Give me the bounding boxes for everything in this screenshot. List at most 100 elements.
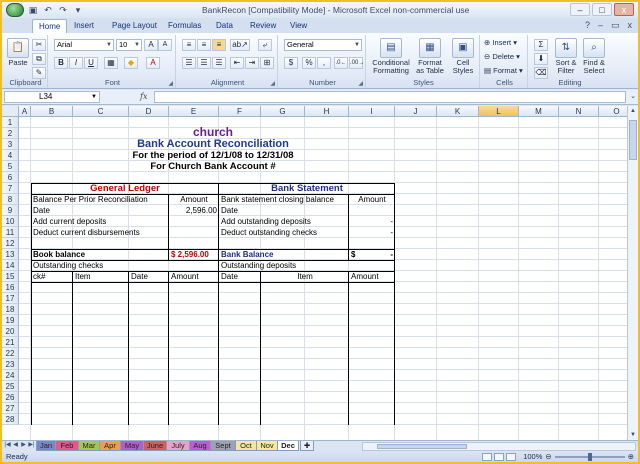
row-header[interactable]: 22 bbox=[2, 348, 19, 359]
row-header[interactable]: 11 bbox=[2, 227, 19, 238]
conditional-formatting-button[interactable]: ▤ Conditional Formatting bbox=[370, 38, 412, 75]
sort-filter-button[interactable]: ⇅ Sort & Filter bbox=[552, 38, 580, 75]
row-header[interactable]: 20 bbox=[2, 326, 19, 337]
gl-balance-value[interactable]: 2,596.00 bbox=[171, 205, 217, 216]
increase-decimal-icon[interactable]: .0← bbox=[334, 57, 348, 69]
ribbon-minimize-icon[interactable]: – bbox=[598, 20, 603, 31]
page-break-view-icon[interactable] bbox=[506, 452, 517, 461]
font-name-select[interactable]: Arial ▼ bbox=[54, 39, 114, 51]
vertical-scrollbar[interactable]: ▲ ▼ bbox=[627, 106, 638, 440]
row-header[interactable]: 15 bbox=[2, 271, 19, 282]
column-header[interactable]: K bbox=[437, 106, 479, 117]
row-header[interactable]: 13 bbox=[2, 249, 19, 260]
number-format-select[interactable]: General ▼ bbox=[284, 39, 362, 51]
oc-column-header[interactable]: Date bbox=[131, 271, 167, 282]
sheet-period[interactable]: For the period of 12/1/08 to 12/31/08 bbox=[33, 150, 393, 161]
row-header[interactable]: 24 bbox=[2, 370, 19, 381]
workbook-close-icon[interactable]: x bbox=[628, 20, 633, 31]
column-header[interactable]: E bbox=[169, 106, 219, 117]
bank-balance-label[interactable]: Bank Balance bbox=[221, 249, 303, 260]
book-balance-value[interactable]: $ 2,596.00 bbox=[171, 249, 217, 260]
tab-insert[interactable]: Insert bbox=[68, 19, 100, 33]
align-left-icon[interactable]: ☰ bbox=[182, 57, 196, 69]
undo-icon[interactable]: ↶ bbox=[42, 4, 54, 16]
align-middle-icon[interactable]: ≡ bbox=[197, 39, 211, 51]
sheet-tab[interactable]: June bbox=[143, 441, 167, 451]
fill-icon[interactable]: ⬇ bbox=[534, 53, 548, 65]
column-header[interactable]: I bbox=[349, 106, 395, 117]
bs-deduct-checks[interactable]: Deduct outstanding checks bbox=[221, 227, 347, 238]
italic-button[interactable]: I bbox=[69, 57, 83, 69]
bs-add-deposits[interactable]: Add outstanding deposits bbox=[221, 216, 347, 227]
find-select-button[interactable]: ⌕ Find & Select bbox=[580, 38, 608, 75]
tab-review[interactable]: Review bbox=[244, 19, 282, 33]
prev-sheet-icon[interactable]: ◀ bbox=[12, 441, 19, 448]
align-top-icon[interactable]: ≡ bbox=[182, 39, 196, 51]
autosum-icon[interactable]: Σ bbox=[534, 39, 548, 51]
merge-center-icon[interactable]: ⊞ bbox=[260, 57, 274, 69]
row-header[interactable]: 16 bbox=[2, 282, 19, 293]
row-header[interactable]: 27 bbox=[2, 403, 19, 414]
bs-amount-header[interactable]: Amount bbox=[351, 194, 393, 205]
currency-button[interactable]: $ bbox=[284, 57, 298, 69]
sheet-heading[interactable]: Bank Account Reconciliation bbox=[33, 138, 393, 150]
zoom-out-icon[interactable]: ⊖ bbox=[545, 452, 551, 461]
row-header[interactable]: 7 bbox=[2, 183, 19, 194]
wrap-text-icon[interactable]: ⤶ bbox=[258, 39, 272, 51]
row-header[interactable]: 25 bbox=[2, 381, 19, 392]
help-icon[interactable]: ? bbox=[585, 20, 590, 31]
tab-data[interactable]: Data bbox=[210, 19, 239, 33]
decrease-decimal-icon[interactable]: .00→ bbox=[349, 57, 364, 69]
outstanding-deposits-label[interactable]: Outstanding deposits bbox=[221, 260, 347, 271]
zoom-slider[interactable] bbox=[554, 452, 625, 461]
dialog-launcher-icon[interactable]: ◢ bbox=[270, 80, 275, 87]
close-button[interactable]: x bbox=[614, 3, 634, 16]
redo-icon[interactable]: ↷ bbox=[57, 4, 69, 16]
row-header[interactable]: 3 bbox=[2, 139, 19, 150]
column-header[interactable]: H bbox=[305, 106, 349, 117]
insert-cells-button[interactable]: ⊕ Insert ▾ bbox=[484, 39, 517, 47]
sheet-tab[interactable]: Jan bbox=[36, 441, 56, 451]
zoom-in-icon[interactable]: ⊕ bbox=[628, 452, 634, 461]
gl-deduct-disbursements[interactable]: Deduct current disbursements bbox=[33, 227, 167, 238]
column-header[interactable]: G bbox=[261, 106, 305, 117]
column-header[interactable]: D bbox=[129, 106, 169, 117]
column-header[interactable]: M bbox=[519, 106, 559, 117]
cut-icon[interactable]: ✂ bbox=[32, 39, 46, 51]
sheet-tab[interactable]: Dec bbox=[277, 441, 299, 451]
dialog-launcher-icon[interactable]: ◢ bbox=[168, 80, 173, 87]
row-header[interactable]: 19 bbox=[2, 315, 19, 326]
first-sheet-icon[interactable]: |◀ bbox=[4, 441, 11, 448]
row-header[interactable]: 28 bbox=[2, 414, 19, 425]
formula-input[interactable] bbox=[154, 91, 626, 103]
tab-view[interactable]: View bbox=[284, 19, 313, 33]
oc-column-header[interactable]: Amount bbox=[171, 271, 217, 282]
row-header[interactable]: 1 bbox=[2, 117, 19, 128]
row-header[interactable]: 12 bbox=[2, 238, 19, 249]
insert-function-button[interactable]: fx bbox=[106, 91, 154, 103]
worksheet-grid[interactable]: A B C D E F G H I J K L M N O 1 2 3 4 5 6 7 8 9 10 11 12 13 14 15 16 17… bbox=[2, 106, 638, 440]
borders-icon[interactable]: ▦ bbox=[104, 57, 118, 69]
orientation-icon[interactable]: ab↗ bbox=[230, 39, 250, 51]
general-ledger-header[interactable]: General Ledger bbox=[33, 183, 217, 194]
bs-add-value[interactable]: - bbox=[351, 216, 393, 227]
column-header[interactable]: L bbox=[479, 106, 519, 117]
sheet-account[interactable]: For Church Bank Account # bbox=[33, 161, 393, 172]
row-header[interactable]: 8 bbox=[2, 194, 19, 205]
last-sheet-icon[interactable]: ▶| bbox=[28, 441, 35, 448]
qat-dropdown-icon[interactable]: ▾ bbox=[72, 4, 84, 16]
expand-formula-bar-icon[interactable]: ⌄ bbox=[630, 92, 636, 100]
copy-icon[interactable]: ⧉ bbox=[32, 53, 46, 65]
sheet-tab[interactable]: Apr bbox=[99, 441, 121, 451]
row-header[interactable]: 9 bbox=[2, 205, 19, 216]
dialog-launcher-icon[interactable]: ◢ bbox=[358, 80, 363, 87]
zoom-level[interactable]: 100% bbox=[523, 452, 542, 461]
row-header[interactable]: 14 bbox=[2, 260, 19, 271]
bank-balance-value[interactable]: - bbox=[351, 249, 393, 260]
shrink-font-icon[interactable]: A bbox=[158, 39, 172, 51]
column-header[interactable]: F bbox=[219, 106, 261, 117]
gl-amount-header[interactable]: Amount bbox=[171, 194, 217, 205]
oc-column-header[interactable]: ck# bbox=[33, 271, 71, 282]
office-button[interactable] bbox=[6, 3, 24, 17]
vertical-scroll-thumb[interactable] bbox=[629, 120, 637, 160]
